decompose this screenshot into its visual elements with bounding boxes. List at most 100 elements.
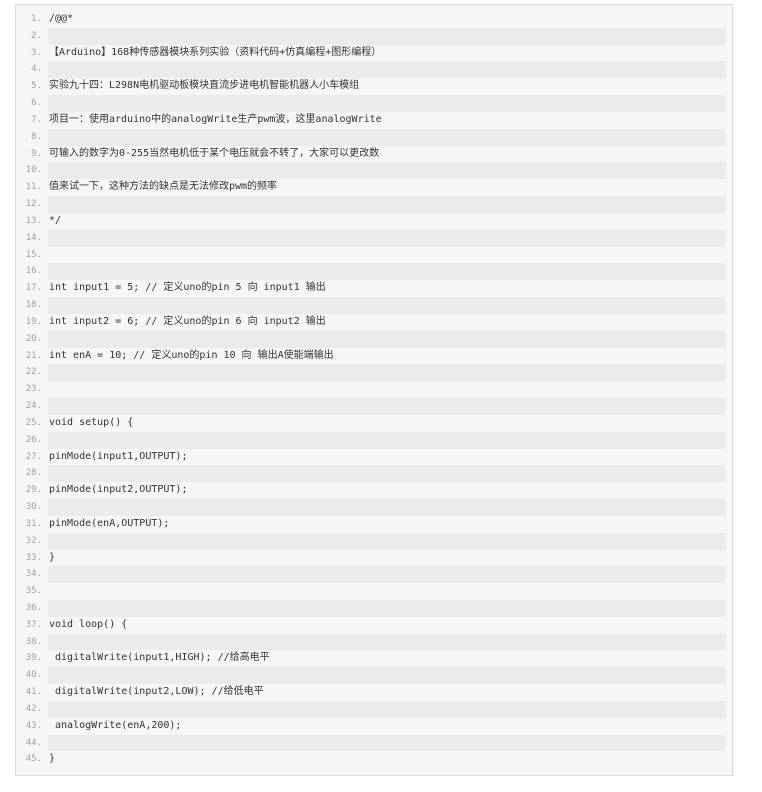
code-line: 21. int enA = 10; // 定义uno的pin 10 向 输出A使能…: [16, 347, 732, 365]
code-line: 32.: [16, 532, 732, 550]
code-line-text: [48, 566, 726, 584]
code-line-text: analogWrite(enA,200);: [48, 717, 726, 735]
code-line-text: [48, 128, 726, 146]
code-line: 11. 值来试一下，这种方法的缺点是无法修改pwm的频率: [16, 179, 732, 197]
line-number: 36.: [25, 602, 42, 613]
code-line-text: [48, 27, 726, 45]
line-number: 18.: [25, 300, 42, 311]
line-number: 43.: [25, 720, 42, 731]
code-line: 13. */: [16, 212, 732, 230]
code-line-text: 项目一：使用arduino中的analogWrite生产pwm波，这里analo…: [48, 111, 726, 129]
line-number: 40.: [25, 670, 42, 681]
code-line-text: [48, 297, 726, 314]
code-line: 40.: [16, 667, 732, 685]
code-line-text: [48, 196, 726, 213]
code-line-text: [48, 734, 726, 752]
line-number: 30.: [25, 502, 42, 513]
code-line: 12.: [16, 196, 732, 213]
code-line: 44.: [16, 734, 732, 752]
code-line: 15.: [16, 246, 732, 264]
code-line: 22.: [16, 364, 732, 382]
code-line-text: }: [48, 549, 726, 567]
code-line: 8.: [16, 128, 732, 146]
code-line: 9. 可输入的数字为0-255当然电机低于某个电压就会不转了，大家可以更改数: [16, 145, 732, 163]
code-line-text: pinMode(input2,OUTPUT);: [48, 482, 726, 500]
line-number: 25.: [25, 417, 42, 428]
code-line-text: 可输入的数字为0-255当然电机低于某个电压就会不转了，大家可以更改数: [48, 145, 726, 163]
code-line: 26.: [16, 431, 732, 449]
code-line-text: int input1 = 5; // 定义uno的pin 5 向 input1 …: [48, 280, 726, 298]
line-number: 27.: [25, 451, 42, 462]
line-number: 8.: [31, 131, 42, 142]
line-number: 17.: [25, 283, 42, 294]
code-line: 10.: [16, 162, 732, 180]
code-line: 41. digitalWrite(input2,LOW); //给低电平: [16, 684, 732, 701]
code-line-text: /@@*: [48, 11, 726, 28]
code-line-text: [48, 229, 726, 247]
code-line-text: pinMode(input1,OUTPUT);: [48, 448, 726, 466]
code-line-text: [48, 599, 726, 617]
line-number: 44.: [25, 737, 42, 748]
line-number: 11.: [25, 182, 42, 193]
line-number: 42.: [25, 703, 42, 714]
code-line-text: [48, 532, 726, 550]
line-number: 32.: [25, 535, 42, 546]
line-number: 16.: [25, 266, 42, 277]
code-line-list: 1. /@@* 2. 3. 【Arduino】168种传感器模块系列实验（资料代码+仿真…: [16, 11, 732, 769]
line-number: 21.: [25, 350, 42, 361]
code-line: 7. 项目一：使用arduino中的analogWrite生产pwm波，这里ana…: [16, 111, 732, 129]
code-line-text: digitalWrite(input1,HIGH); //给高电平: [48, 650, 726, 668]
code-line: 17. int input1 = 5; // 定义uno的pin 5 向 inpu…: [16, 280, 732, 298]
line-number: 22.: [25, 367, 42, 378]
line-number: 29.: [25, 485, 42, 496]
code-line: 20.: [16, 330, 732, 348]
line-number: 6.: [31, 98, 42, 109]
code-line: 24.: [16, 398, 732, 415]
line-number: 3.: [31, 47, 42, 58]
line-number: 34.: [25, 569, 42, 580]
code-line-text: [48, 465, 726, 483]
code-line-text: [48, 700, 726, 718]
code-line-text: 【Arduino】168种传感器模块系列实验（资料代码+仿真编程+图形编程）: [48, 44, 726, 62]
code-line-text: [48, 263, 726, 281]
code-line: 29. pinMode(input2,OUTPUT);: [16, 482, 732, 500]
code-line-text: int enA = 10; // 定义uno的pin 10 向 输出A使能端输出: [48, 347, 726, 365]
line-number: 39.: [25, 653, 42, 664]
line-number: 23.: [25, 384, 42, 395]
line-number: 1.: [31, 14, 42, 24]
code-line: 1. /@@*: [16, 11, 732, 28]
line-number: 37.: [25, 619, 42, 630]
line-number: 5.: [31, 81, 42, 92]
code-line-text: [48, 330, 726, 348]
line-number: 15.: [25, 249, 42, 260]
code-line-text: [48, 162, 726, 180]
code-line: 16.: [16, 263, 732, 281]
code-line-text: [48, 431, 726, 449]
line-number: 14.: [25, 232, 42, 243]
code-block: 1. /@@* 2. 3. 【Arduino】168种传感器模块系列实验（资料代码+仿真…: [15, 4, 733, 776]
code-line: 39. digitalWrite(input1,HIGH); //给高电平: [16, 650, 732, 668]
code-line-text: pinMode(enA,OUTPUT);: [48, 515, 726, 533]
code-line: 27. pinMode(input1,OUTPUT);: [16, 448, 732, 466]
code-line-text: digitalWrite(input2,LOW); //给低电平: [48, 684, 726, 701]
code-line: 37. void loop() {: [16, 616, 732, 634]
line-number: 38.: [25, 636, 42, 647]
code-line-text: [48, 667, 726, 685]
code-line-text: [48, 95, 726, 112]
code-line: 18.: [16, 297, 732, 314]
line-number: 4.: [31, 64, 42, 75]
code-line-text: [48, 398, 726, 415]
line-number: 20.: [25, 333, 42, 344]
code-line: 42.: [16, 700, 732, 718]
code-line-text: 值来试一下，这种方法的缺点是无法修改pwm的频率: [48, 179, 726, 197]
code-line: 3. 【Arduino】168种传感器模块系列实验（资料代码+仿真编程+图形编程）: [16, 44, 732, 62]
line-number: 35.: [25, 586, 42, 597]
line-number: 13.: [25, 215, 42, 226]
code-line: 5. 实验九十四：L298N电机驱动板模块直流步进电机智能机器人小车模组: [16, 78, 732, 96]
code-line-text: [48, 381, 726, 399]
code-line: 19. int input2 = 6; // 定义uno的pin 6 向 inpu…: [16, 313, 732, 331]
line-number: 19.: [25, 316, 42, 327]
code-line-text: [48, 583, 726, 600]
code-line: 30.: [16, 499, 732, 516]
line-number: 7.: [31, 114, 42, 125]
